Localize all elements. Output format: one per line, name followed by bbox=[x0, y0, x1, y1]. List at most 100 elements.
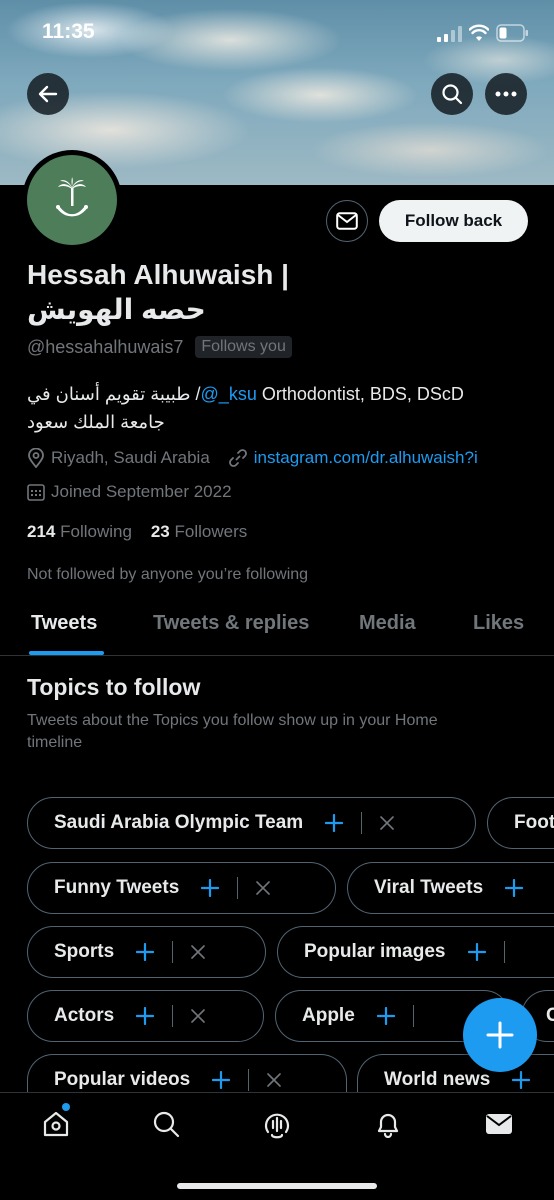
topic-chip[interactable]: Saudi Arabia Olympic Team bbox=[27, 797, 476, 849]
follow-back-button[interactable]: Follow back bbox=[379, 200, 528, 242]
calendar-icon bbox=[27, 484, 45, 501]
topic-chip-label: Viral Tweets bbox=[374, 877, 484, 898]
topic-chip[interactable]: Sports bbox=[27, 926, 266, 978]
location-text: Riyadh, Saudi Arabia bbox=[51, 448, 210, 467]
bio-mention-link[interactable]: @_ksu bbox=[201, 384, 257, 404]
status-bar: 11:35 bbox=[0, 0, 554, 66]
close-icon[interactable] bbox=[191, 945, 205, 959]
plus-icon[interactable] bbox=[467, 943, 486, 961]
chip-divider bbox=[361, 812, 363, 834]
topic-chip-label: Foot bbox=[514, 812, 554, 833]
profile-tabs: Tweets Tweets & replies Media Likes bbox=[0, 600, 554, 656]
chip-divider bbox=[172, 941, 174, 963]
joined-text: Joined September 2022 bbox=[51, 482, 232, 501]
home-indicator bbox=[177, 1183, 377, 1189]
profile-handle: @hessahalhuwais7 bbox=[27, 336, 184, 357]
close-icon[interactable] bbox=[191, 1009, 205, 1023]
search-button[interactable] bbox=[431, 73, 473, 115]
topic-chip-label: World news bbox=[384, 1069, 491, 1090]
follow-counts: 214 Following 23 Followers bbox=[27, 522, 247, 542]
more-dots-icon bbox=[495, 91, 517, 97]
meta-location-row: Riyadh, Saudi Arabia instagram.com/dr.al… bbox=[27, 448, 478, 468]
search-icon bbox=[442, 84, 463, 105]
close-icon[interactable] bbox=[267, 1073, 282, 1087]
topic-chip[interactable]: Popular images bbox=[277, 926, 554, 978]
mail-icon bbox=[336, 212, 358, 230]
meta-joined-row: Joined September 2022 bbox=[27, 482, 232, 502]
home-icon bbox=[43, 1111, 69, 1137]
topic-chip-label: Actors bbox=[54, 1005, 115, 1026]
topic-chip[interactable]: Funny Tweets bbox=[27, 862, 336, 914]
topic-chip-label: Apple bbox=[302, 1005, 355, 1026]
topic-chip[interactable]: Foot bbox=[487, 797, 554, 849]
followers-link[interactable]: 23 Followers bbox=[151, 522, 247, 541]
topic-chip[interactable]: Viral Tweets bbox=[347, 862, 554, 914]
topic-chip-label: Saudi Arabia Olympic Team bbox=[54, 812, 304, 833]
search-icon bbox=[153, 1111, 180, 1138]
follows-you-badge: Follows you bbox=[195, 336, 292, 358]
nav-home[interactable] bbox=[39, 1107, 73, 1141]
plus-icon[interactable] bbox=[325, 814, 344, 832]
close-icon[interactable] bbox=[256, 881, 271, 895]
bell-icon bbox=[377, 1113, 399, 1138]
followers-count: 23 bbox=[150, 522, 170, 541]
topics-subtitle: Tweets about the Topics you follow show … bbox=[27, 712, 438, 751]
plus-icon[interactable] bbox=[505, 879, 524, 897]
bio-prefix: طبيبة تقويم أسنان في / bbox=[27, 384, 201, 404]
followers-label: Followers bbox=[174, 522, 248, 541]
plus-icon bbox=[486, 1021, 514, 1049]
signal-icon bbox=[437, 26, 462, 42]
more-options-button[interactable] bbox=[485, 73, 527, 115]
battery-icon bbox=[496, 24, 528, 42]
nav-notifications[interactable] bbox=[371, 1107, 405, 1141]
back-button[interactable] bbox=[27, 73, 69, 115]
nav-messages[interactable] bbox=[482, 1107, 516, 1141]
tab-likes[interactable]: Likes bbox=[473, 612, 524, 635]
location-pin-icon bbox=[28, 448, 44, 468]
plus-icon[interactable] bbox=[512, 1071, 531, 1089]
bio-suffix: Orthodontist, BDS, DScD bbox=[256, 384, 464, 404]
plus-icon[interactable] bbox=[212, 1071, 231, 1089]
tab-tweets-replies[interactable]: Tweets & replies bbox=[153, 612, 309, 635]
message-button[interactable] bbox=[326, 200, 368, 242]
bio-line-1: طبيبة تقويم أسنان في /@_ksu Orthodontist… bbox=[27, 384, 464, 405]
chip-divider bbox=[248, 1069, 250, 1091]
link-icon bbox=[228, 449, 247, 467]
plus-icon[interactable] bbox=[136, 943, 155, 961]
topic-chip[interactable]: Actors bbox=[27, 990, 264, 1042]
chip-divider bbox=[237, 877, 239, 899]
notification-dot bbox=[62, 1103, 70, 1111]
avatar-image bbox=[27, 155, 117, 245]
plus-icon[interactable] bbox=[376, 1007, 395, 1025]
plus-icon[interactable] bbox=[201, 879, 220, 897]
nav-search[interactable] bbox=[149, 1107, 183, 1141]
topics-title: Topics to follow bbox=[27, 674, 201, 700]
mail-icon bbox=[486, 1114, 512, 1134]
profile-name: Hessah Alhuwaish | bbox=[27, 259, 289, 290]
topic-chip[interactable]: Popular videos bbox=[27, 1054, 347, 1094]
following-label: Following bbox=[60, 522, 132, 541]
chip-divider bbox=[412, 1005, 414, 1027]
topic-chip-label: Popular images bbox=[304, 941, 446, 962]
close-icon[interactable] bbox=[380, 816, 395, 830]
avatar[interactable] bbox=[22, 150, 122, 250]
status-time: 11:35 bbox=[42, 20, 95, 43]
bottom-navigation bbox=[0, 1092, 554, 1200]
bio-line-2: جامعة الملك سعود bbox=[27, 412, 165, 432]
compose-tweet-button[interactable] bbox=[463, 998, 537, 1072]
spaces-icon bbox=[264, 1113, 290, 1139]
following-link[interactable]: 214 Following bbox=[27, 522, 132, 541]
plus-icon[interactable] bbox=[136, 1007, 155, 1025]
tab-media[interactable]: Media bbox=[359, 612, 416, 635]
chip-divider bbox=[172, 1005, 174, 1027]
following-count: 214 bbox=[27, 522, 56, 541]
wifi-icon bbox=[469, 24, 489, 41]
website-link[interactable]: instagram.com/dr.alhuwaish?i bbox=[254, 448, 478, 468]
topic-chip-label: Sports bbox=[54, 941, 115, 962]
handle-row: @hessahalhuwais7 Follows you bbox=[27, 336, 292, 358]
chip-divider bbox=[503, 941, 505, 963]
profile-name-arabic: حصه الهويش bbox=[27, 294, 206, 325]
topic-chip-label: Popular videos bbox=[54, 1069, 191, 1090]
nav-spaces[interactable] bbox=[260, 1107, 294, 1141]
tab-tweets[interactable]: Tweets bbox=[31, 612, 97, 635]
